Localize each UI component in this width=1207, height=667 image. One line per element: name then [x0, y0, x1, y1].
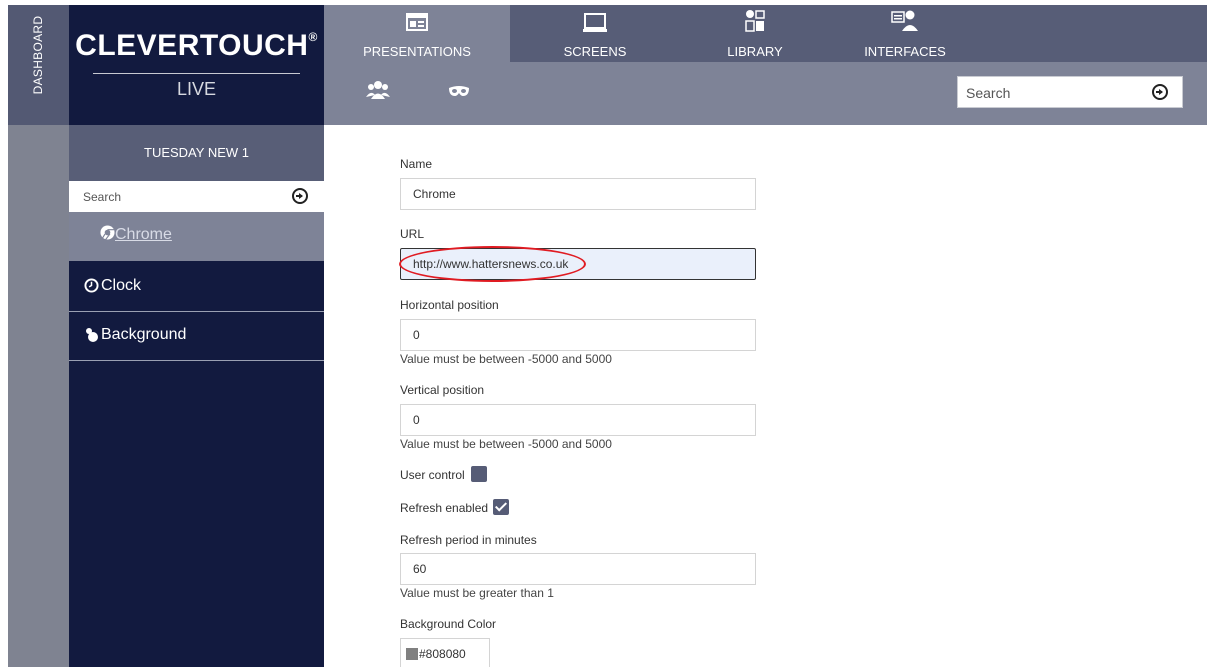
sub-toolbar — [324, 62, 1207, 125]
vertical-position-label: Vertical position — [400, 383, 485, 397]
vertical-position-input[interactable] — [400, 404, 756, 436]
background-color-label: Background Color — [400, 617, 497, 631]
sidebar-item-clock[interactable]: Clock — [69, 263, 324, 312]
background-icon — [84, 327, 100, 347]
properties-form: Name URL Horizontal position Value must … — [399, 125, 900, 667]
tab-interfaces[interactable]: INTERFACES — [830, 5, 980, 62]
tab-presentations-label: PRESENTATIONS — [363, 44, 471, 59]
sidebar-item-background[interactable]: Background — [69, 312, 324, 361]
horizontal-position-label: Horizontal position — [400, 298, 499, 312]
sidebar-search-box — [69, 181, 324, 212]
url-label: URL — [400, 227, 425, 241]
name-label: Name — [400, 157, 433, 171]
sidebar-search-input[interactable] — [83, 187, 273, 207]
name-input[interactable] — [400, 178, 756, 210]
library-icon — [744, 9, 766, 38]
clock-icon — [84, 278, 99, 298]
horizontal-position-hint: Value must be between -5000 and 5000 — [400, 352, 612, 366]
top-search-box — [957, 76, 1183, 108]
refresh-period-hint: Value must be greater than 1 — [400, 586, 554, 600]
sidebar-item-clock-label: Clock — [101, 277, 142, 294]
registered-mark: ® — [308, 30, 318, 44]
sidebar-search-go-icon[interactable] — [292, 188, 308, 204]
url-input[interactable] — [400, 248, 756, 280]
dashboard-tab[interactable]: DASHBOARD — [8, 5, 69, 125]
chrome-icon — [100, 225, 115, 245]
dashboard-strip: DASHBOARD — [8, 5, 69, 667]
top-search-go-icon[interactable] — [1152, 84, 1168, 100]
logo: CLEVERTOUCH® LIVE — [69, 5, 324, 125]
vertical-position-hint: Value must be between -5000 and 5000 — [400, 437, 612, 451]
logo-title-text: CLEVERTOUCH — [75, 29, 309, 62]
dashboard-label[interactable]: DASHBOARD — [31, 16, 45, 95]
background-color-picker[interactable]: #808080 — [400, 638, 490, 667]
presentation-title: TUESDAY NEW 1 — [69, 125, 324, 181]
refresh-enabled-checkbox[interactable] — [493, 499, 509, 515]
background-color-value: #808080 — [419, 647, 466, 661]
presentations-icon — [406, 13, 428, 36]
interfaces-icon — [891, 9, 919, 38]
color-swatch — [406, 648, 418, 660]
refresh-period-input[interactable] — [400, 553, 756, 585]
sidebar-item-chrome-label: Chrome — [115, 226, 172, 243]
sidebar-item-chrome[interactable]: Chrome — [69, 212, 324, 261]
tab-library-label: LIBRARY — [727, 44, 783, 59]
top-nav: PRESENTATIONS SCREENS LIBRARY INTERFACES — [324, 5, 1207, 62]
user-control-label: User control — [400, 468, 465, 482]
tab-screens[interactable]: SCREENS — [510, 5, 680, 62]
mask-icon[interactable] — [448, 84, 470, 102]
users-icon[interactable] — [366, 80, 390, 105]
refresh-enabled-label: Refresh enabled — [400, 501, 489, 515]
tab-screens-label: SCREENS — [563, 44, 627, 59]
logo-subtitle: LIVE — [176, 79, 217, 99]
top-search-input[interactable] — [966, 83, 1136, 103]
tab-presentations[interactable]: PRESENTATIONS — [324, 5, 510, 62]
logo-title: CLEVERTOUCH® — [69, 29, 324, 63]
screens-icon — [582, 13, 608, 38]
user-control-checkbox[interactable] — [471, 466, 487, 482]
logo-divider — [93, 73, 300, 74]
sidebar-item-background-label: Background — [101, 326, 187, 343]
tab-interfaces-label: INTERFACES — [864, 44, 946, 59]
tab-library[interactable]: LIBRARY — [680, 5, 830, 62]
horizontal-position-input[interactable] — [400, 319, 756, 351]
dashboard-label-wrap[interactable]: DASHBOARD — [18, 15, 58, 95]
sidebar: TUESDAY NEW 1 Chrome Clock Background — [69, 125, 324, 667]
refresh-period-label: Refresh period in minutes — [400, 533, 537, 547]
